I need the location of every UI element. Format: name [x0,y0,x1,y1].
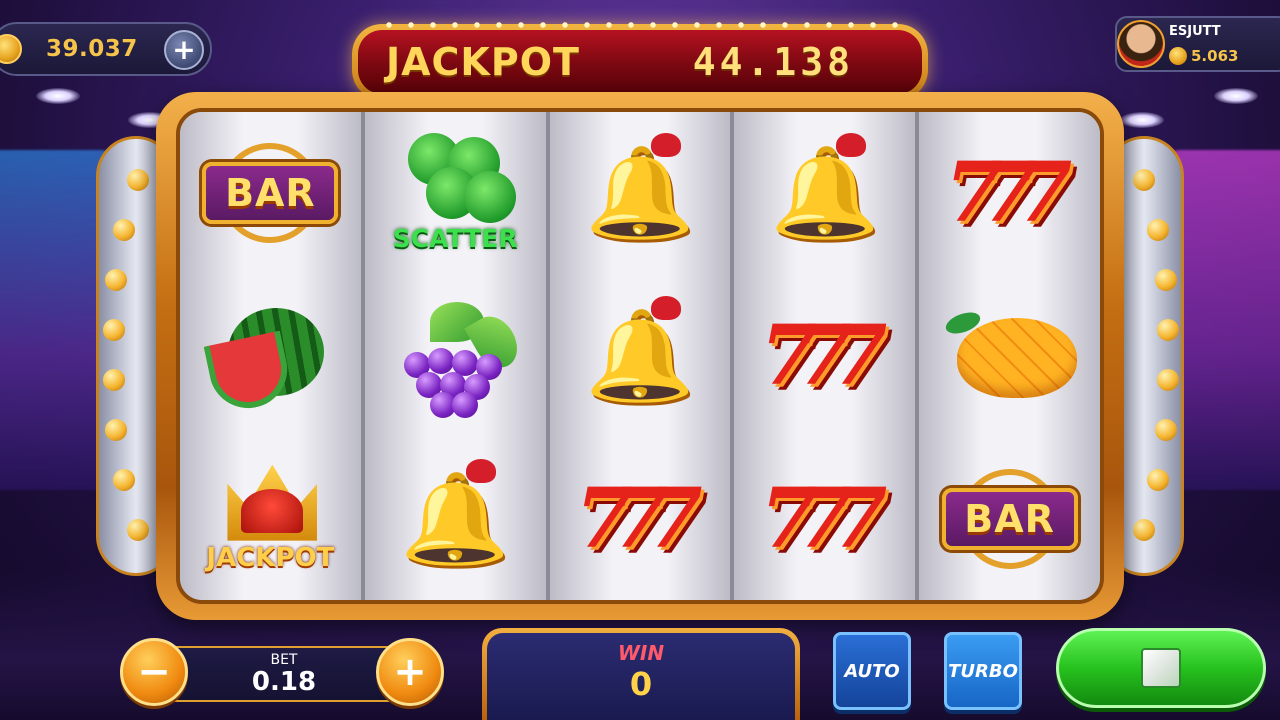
reel-3: 🔔 🔔 777 [549,112,735,600]
bow-icon [650,133,681,158]
mango-symbol [935,286,1085,426]
seven-symbol: 777 [565,449,715,589]
grapes-icon [390,296,527,418]
avatar[interactable] [1117,20,1165,68]
reel-2: SCATTER 🔔 [364,112,550,600]
banner-lights [378,22,902,28]
bet-display: BET 0.18 [170,646,398,702]
light-stud [103,369,125,391]
watermelon-slice-icon [203,330,295,416]
light-stud [113,469,135,491]
light-stud [1133,169,1155,191]
mango-icon [956,317,1077,398]
triple-seven-icon: 777 [575,470,702,567]
bell-icon: 🔔 [585,141,695,245]
bell-icon: 🔔 [400,466,510,570]
stop-icon [1141,648,1181,688]
auto-spin-button[interactable]: AUTO [833,632,911,710]
decrease-bet-button[interactable]: − [120,638,188,706]
player-balance: 5.063 [1191,47,1239,65]
bell-symbol: 🔔 [750,123,900,263]
jackpot-value: 44.138 [692,40,854,84]
spin-button[interactable] [1056,628,1266,708]
light-stud [105,419,127,441]
scatter-symbol: SCATTER [380,123,530,263]
increase-bet-button[interactable]: + [376,638,444,706]
balance-value: 39.037 [46,36,138,62]
grapes-symbol [380,286,530,426]
bet-control: BET 0.18 − + [120,638,444,708]
add-funds-button[interactable]: + [164,30,204,70]
light-stud [1157,319,1179,341]
seven-symbol: 777 [935,123,1085,263]
reel-1: BAR JACKPOT [180,112,365,600]
reel-5: 777 BAR [919,112,1100,600]
bar-label: BAR [225,171,316,216]
bar-symbol: BAR [935,449,1085,589]
turbo-button[interactable]: TURBO [944,632,1022,710]
win-value: 0 [629,665,653,703]
slot-machine: BAR JACKPOT SCATTER 🔔 🔔 🔔 777 🔔 777 777 … [156,92,1124,620]
bell-symbol: 🔔 [380,449,530,589]
light-stud [1147,469,1169,491]
light-stud [1155,419,1177,441]
ceiling-light [1120,112,1164,128]
bell-symbol: 🔔 [565,286,715,426]
coin-icon [0,34,22,64]
light-stud [1157,369,1179,391]
ceiling-light [36,88,80,104]
win-label: WIN [617,641,665,665]
jackpot-symbol-label: JACKPOT [206,542,335,573]
light-stud [113,219,135,241]
reel-4: 🔔 777 777 [734,112,920,600]
ceiling-light [1214,88,1258,104]
bell-symbol: 🔔 [565,123,715,263]
seven-symbol: 777 [750,286,900,426]
light-stud [103,319,125,341]
light-stud [1155,269,1177,291]
light-stud [105,269,127,291]
bell-icon: 🔔 [585,303,695,407]
bet-value: 0.18 [251,667,317,697]
balance-display: 39.037 + [0,22,212,76]
bet-label: BET [270,652,298,668]
triple-seven-icon: 777 [760,470,887,567]
reels-window: BAR JACKPOT SCATTER 🔔 🔔 🔔 777 🔔 777 777 … [176,108,1104,604]
seven-symbol: 777 [750,449,900,589]
win-display: WIN 0 [482,628,800,720]
scatter-label: SCATTER [392,224,518,254]
bar-symbol: BAR [195,123,345,263]
bar-label: BAR [964,496,1055,541]
jackpot-label: JACKPOT [386,40,580,84]
bow-icon [835,133,866,158]
light-stud [127,169,149,191]
coin-icon [1169,47,1187,65]
jackpot-symbol: JACKPOT [195,449,345,589]
player-name: ESJUTT [1169,24,1221,39]
bell-icon: 🔔 [769,141,880,245]
jackpot-banner: JACKPOT 44.138 [352,22,928,102]
triple-seven-icon: 777 [944,145,1072,242]
bow-icon [466,458,497,483]
triple-seven-icon: 777 [760,307,887,404]
player-card[interactable]: ESJUTT 5.063 [1115,16,1280,72]
bow-icon [650,295,681,320]
light-stud [1147,219,1169,241]
light-stud [1133,519,1155,541]
watermelon-symbol [195,286,345,426]
light-stud [127,519,149,541]
